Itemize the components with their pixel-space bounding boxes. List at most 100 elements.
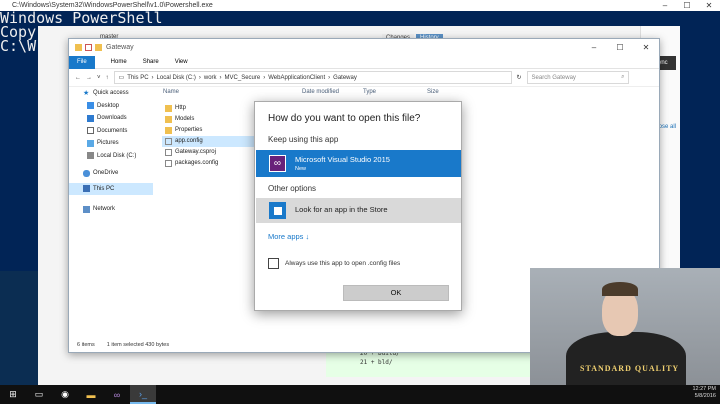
taskbar-clock[interactable]: 12:27 PM 5/8/2016 xyxy=(692,386,716,400)
nav-item-quick-access[interactable]: ★ Quick access xyxy=(69,87,153,100)
file-list: Http Models Properties app.config Gatewa… xyxy=(162,103,262,169)
breadcrumb-item[interactable]: work xyxy=(204,75,217,81)
breadcrumb-item[interactable]: This PC xyxy=(127,75,148,81)
desktop-icon xyxy=(87,102,94,110)
column-header-name[interactable]: Name xyxy=(163,89,179,95)
keep-using-heading: Keep using this app xyxy=(268,135,339,144)
list-item[interactable]: Http xyxy=(162,103,262,114)
address-row: ← → ˅ ↑ ▭ This PC › Local Disk (C:) › work… xyxy=(69,69,659,87)
list-item[interactable]: packages.config xyxy=(162,158,262,169)
ribbon-tab-view[interactable]: View xyxy=(175,59,188,65)
file-name: Properties xyxy=(175,127,203,133)
nav-item-this-pc[interactable]: This PC xyxy=(69,182,153,195)
chrome-icon[interactable]: ◉ xyxy=(52,385,78,404)
ribbon-tab-file[interactable]: File xyxy=(69,55,95,69)
ribbon-tabs: File Home Share View xyxy=(69,55,659,69)
diff-line: 21 + bld/ xyxy=(360,359,393,366)
new-folder-icon[interactable] xyxy=(95,44,102,51)
nav-item-local-disk[interactable]: Local Disk (C:) xyxy=(69,150,153,163)
list-item[interactable]: Models xyxy=(162,114,262,125)
minimize-icon[interactable]: – xyxy=(581,43,607,52)
visual-studio-icon[interactable]: ∞ xyxy=(104,385,130,404)
cloud-icon xyxy=(83,169,90,177)
pictures-icon xyxy=(87,139,94,147)
nav-item-desktop[interactable]: Desktop xyxy=(69,100,153,113)
file-name: packages.config xyxy=(175,160,219,166)
up-arrow-icon[interactable]: ↑ xyxy=(106,75,109,81)
documents-icon xyxy=(87,127,94,135)
taskbar: ⊞ ▭ ◉ ▬ ∞ ›_ 12:27 PM 5/8/2016 xyxy=(0,385,720,404)
ok-button[interactable]: OK xyxy=(343,285,449,301)
properties-icon[interactable] xyxy=(85,44,92,51)
nav-item-label: Desktop xyxy=(97,102,120,109)
column-header-type[interactable]: Type xyxy=(363,89,376,95)
breadcrumb-item[interactable]: Gateway xyxy=(333,75,357,81)
app-new-badge: New xyxy=(295,166,307,172)
other-options-heading: Other options xyxy=(268,184,317,193)
nav-item-onedrive[interactable]: OneDrive xyxy=(69,167,153,180)
file-icon xyxy=(165,138,172,145)
maximize-icon[interactable]: ☐ xyxy=(676,0,698,11)
open-with-dialog: How do you want to open this file? Keep … xyxy=(254,101,462,311)
refresh-icon[interactable]: ↻ xyxy=(517,74,522,81)
file-name: app.config xyxy=(175,138,203,144)
list-item[interactable]: app.config xyxy=(162,136,262,147)
chevron-down-icon[interactable]: ˅ xyxy=(97,75,101,81)
nav-item-label: Quick access xyxy=(93,90,129,96)
nav-item-downloads[interactable]: Downloads xyxy=(69,112,153,125)
store-icon xyxy=(269,202,286,219)
column-header-date[interactable]: Date modified xyxy=(302,89,339,95)
minimize-icon[interactable]: – xyxy=(654,0,676,11)
network-icon xyxy=(83,205,90,213)
console-line: Windows PowerShell xyxy=(0,9,163,27)
nav-item-label: OneDrive xyxy=(93,170,119,176)
windows-start-icon[interactable]: ⊞ xyxy=(0,385,26,404)
navigation-pane: ★ Quick access Desktop Downloads Documen… xyxy=(69,87,153,337)
maximize-icon[interactable]: ☐ xyxy=(607,43,633,52)
star-icon: ★ xyxy=(83,89,90,97)
computer-icon: ▭ xyxy=(118,75,125,81)
breadcrumb-item[interactable]: Local Disk (C:) xyxy=(157,75,196,81)
forward-arrow-icon[interactable]: → xyxy=(86,75,92,81)
computer-icon xyxy=(83,185,90,193)
clock-time: 12:27 PM xyxy=(692,386,716,392)
powershell-icon[interactable]: ›_ xyxy=(130,385,156,404)
close-icon[interactable]: ✕ xyxy=(698,0,720,11)
more-apps-link[interactable]: More apps ↓ xyxy=(268,232,309,241)
file-explorer-icon[interactable]: ▬ xyxy=(78,385,104,404)
list-item[interactable]: Gateway.csproj xyxy=(162,147,262,158)
column-header-size[interactable]: Size xyxy=(427,89,439,95)
nav-item-label: Downloads xyxy=(97,115,127,121)
search-input[interactable]: Search Gateway ⌕ xyxy=(526,71,629,84)
nav-item-label: Local Disk (C:) xyxy=(97,152,137,159)
always-use-checkbox-row[interactable]: Always use this app to open .config file… xyxy=(268,258,400,269)
nav-item-label: Pictures xyxy=(97,140,119,146)
nav-item-network[interactable]: Network xyxy=(69,203,153,216)
always-use-checkbox[interactable] xyxy=(268,258,279,269)
nav-item-pictures[interactable]: Pictures xyxy=(69,137,153,150)
app-name: Microsoft Visual Studio 2015 xyxy=(295,155,390,164)
task-view-icon[interactable]: ▭ xyxy=(26,385,52,404)
address-bar[interactable]: ▭ This PC › Local Disk (C:) › work › MVC_Se… xyxy=(113,71,512,84)
folder-icon[interactable] xyxy=(75,44,82,51)
status-bar: 6 items 1 item selected 430 bytes xyxy=(77,342,169,348)
app-option-store[interactable]: Look for an app in the Store xyxy=(256,198,461,223)
list-item[interactable]: Properties xyxy=(162,125,262,136)
folder-icon xyxy=(165,116,172,123)
nav-item-documents[interactable]: Documents xyxy=(69,125,153,138)
shirt-logo: STANDARD QUALITY xyxy=(580,364,680,373)
file-name: Http xyxy=(175,105,187,111)
breadcrumb-item[interactable]: WebApplicationClient xyxy=(268,75,325,81)
ribbon-tab-share[interactable]: Share xyxy=(143,59,159,65)
presenter-shirt xyxy=(566,332,686,388)
ribbon-tab-home[interactable]: Home xyxy=(111,59,127,65)
webcam-overlay: STANDARD QUALITY xyxy=(530,268,720,388)
search-icon: ⌕ xyxy=(621,74,625,80)
close-icon[interactable]: ✕ xyxy=(633,43,659,52)
app-option-visual-studio[interactable]: ∞ Microsoft Visual Studio 2015 New xyxy=(256,150,461,177)
visual-studio-icon: ∞ xyxy=(269,155,286,172)
search-placeholder: Search Gateway xyxy=(531,74,576,81)
breadcrumb-item[interactable]: MVC_Secure xyxy=(225,75,261,81)
back-arrow-icon[interactable]: ← xyxy=(75,75,81,81)
folder-icon xyxy=(165,127,172,134)
